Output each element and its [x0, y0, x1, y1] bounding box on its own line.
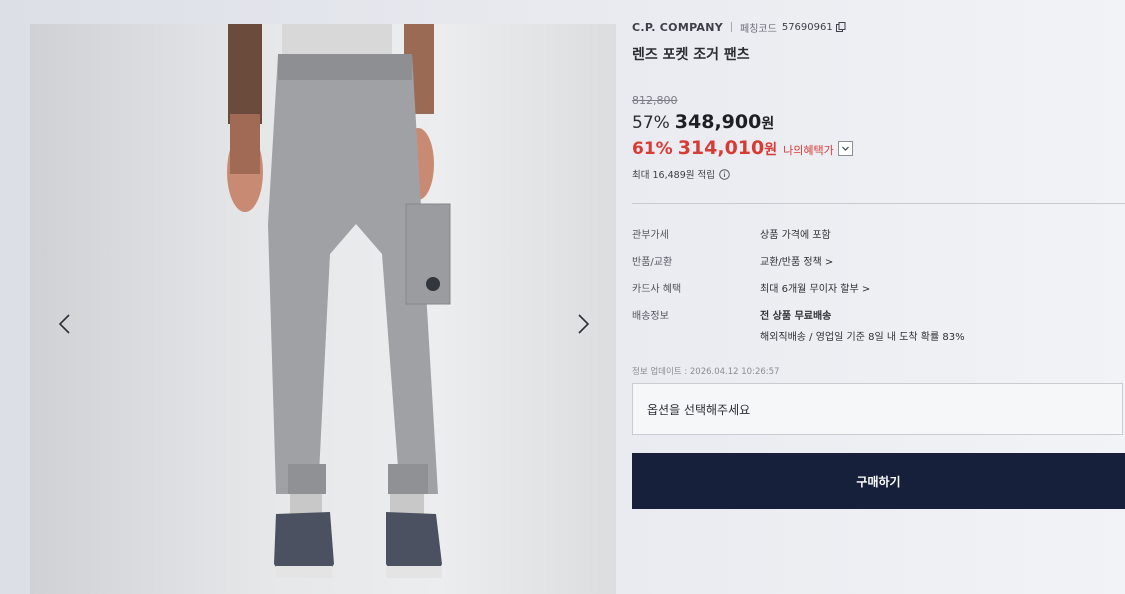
brand-link[interactable]: C.P. COMPANY	[632, 21, 723, 34]
code-label: 페칭코드	[740, 23, 777, 35]
detail-label: 반품/교환	[632, 257, 673, 268]
brand-row: C.P. COMPANY 페칭코드 57690961	[632, 16, 1125, 38]
option-select[interactable]: 옵션을 선택해주세요	[632, 383, 1123, 435]
detail-label: 배송정보	[632, 311, 669, 322]
discount-percent: 57%	[632, 113, 670, 133]
detail-value: 상품 가격에 포함	[760, 230, 831, 241]
info-icon[interactable]	[719, 168, 730, 180]
detail-row-card-benefit: 카드사 혜택 최대 6개월 무이자 할부 >	[632, 280, 1125, 295]
chevron-down-icon	[841, 146, 849, 151]
currency-unit: 원	[761, 116, 775, 132]
detail-row-customs: 관부가세 상품 가격에 포함	[632, 226, 1125, 241]
shipping-value: 전 상품 무료배송	[760, 311, 832, 322]
original-price: 812,800	[632, 94, 678, 107]
buy-button[interactable]: 구매하기	[632, 453, 1125, 509]
product-title: 렌즈 포켓 조거 팬츠	[632, 47, 750, 63]
product-info-panel: C.P. COMPANY 페칭코드 57690961 렌즈 포켓 조거 팬츠 8…	[632, 16, 1125, 509]
detail-row-shipping: 배송정보 전 상품 무료배송 해외직배송 / 영업일 기준 8일 내 도착 확률…	[632, 307, 1125, 343]
benefit-currency-unit: 원	[764, 142, 778, 158]
shipping-info: 전 상품 무료배송 해외직배송 / 영업일 기준 8일 내 도착 확률 83%	[760, 307, 965, 343]
benefit-percent: 61%	[632, 139, 673, 159]
points-row: 최대 16,489원 적립	[632, 167, 1125, 181]
benefit-price: 314,010	[677, 137, 765, 159]
buy-button-label: 구매하기	[856, 474, 901, 489]
detail-row-returns: 반품/교환 교환/반품 정책 >	[632, 253, 1125, 268]
product-image-gallery	[30, 24, 616, 594]
detail-label: 카드사 혜택	[632, 284, 682, 295]
chevron-left-icon[interactable]	[50, 309, 80, 339]
benefit-label: 나의혜택가	[783, 144, 834, 157]
separator	[731, 22, 733, 32]
option-placeholder: 옵션을 선택해주세요	[647, 402, 751, 417]
benefit-price-row: 61% 314,010 원 나의혜택가	[632, 137, 1125, 159]
product-image	[227, 24, 451, 578]
sale-price: 348,900	[674, 111, 762, 133]
chevron-right-icon[interactable]	[568, 309, 598, 339]
card-benefit-link[interactable]: 최대 6개월 무이자 할부 >	[760, 280, 870, 295]
benefit-dropdown-button[interactable]	[837, 140, 853, 156]
update-timestamp: 정보 업데이트 : 2026.04.12 10:26:57	[632, 367, 780, 377]
divider	[632, 203, 1125, 204]
product-code: 57690961	[781, 21, 833, 33]
detail-label: 관부가세	[632, 230, 669, 241]
return-policy-link[interactable]: 교환/반품 정책 >	[760, 253, 833, 268]
sale-price-row: 57% 348,900 원	[632, 111, 1125, 133]
copy-icon[interactable]	[835, 22, 846, 32]
product-details: 관부가세 상품 가격에 포함 반품/교환 교환/반품 정책 > 카드사 혜택 최…	[632, 226, 1125, 343]
shipping-sub-value: 해외직배송 / 영업일 기준 8일 내 도착 확률 83%	[760, 332, 965, 343]
points-text: 최대 16,489원 적립	[632, 170, 715, 181]
